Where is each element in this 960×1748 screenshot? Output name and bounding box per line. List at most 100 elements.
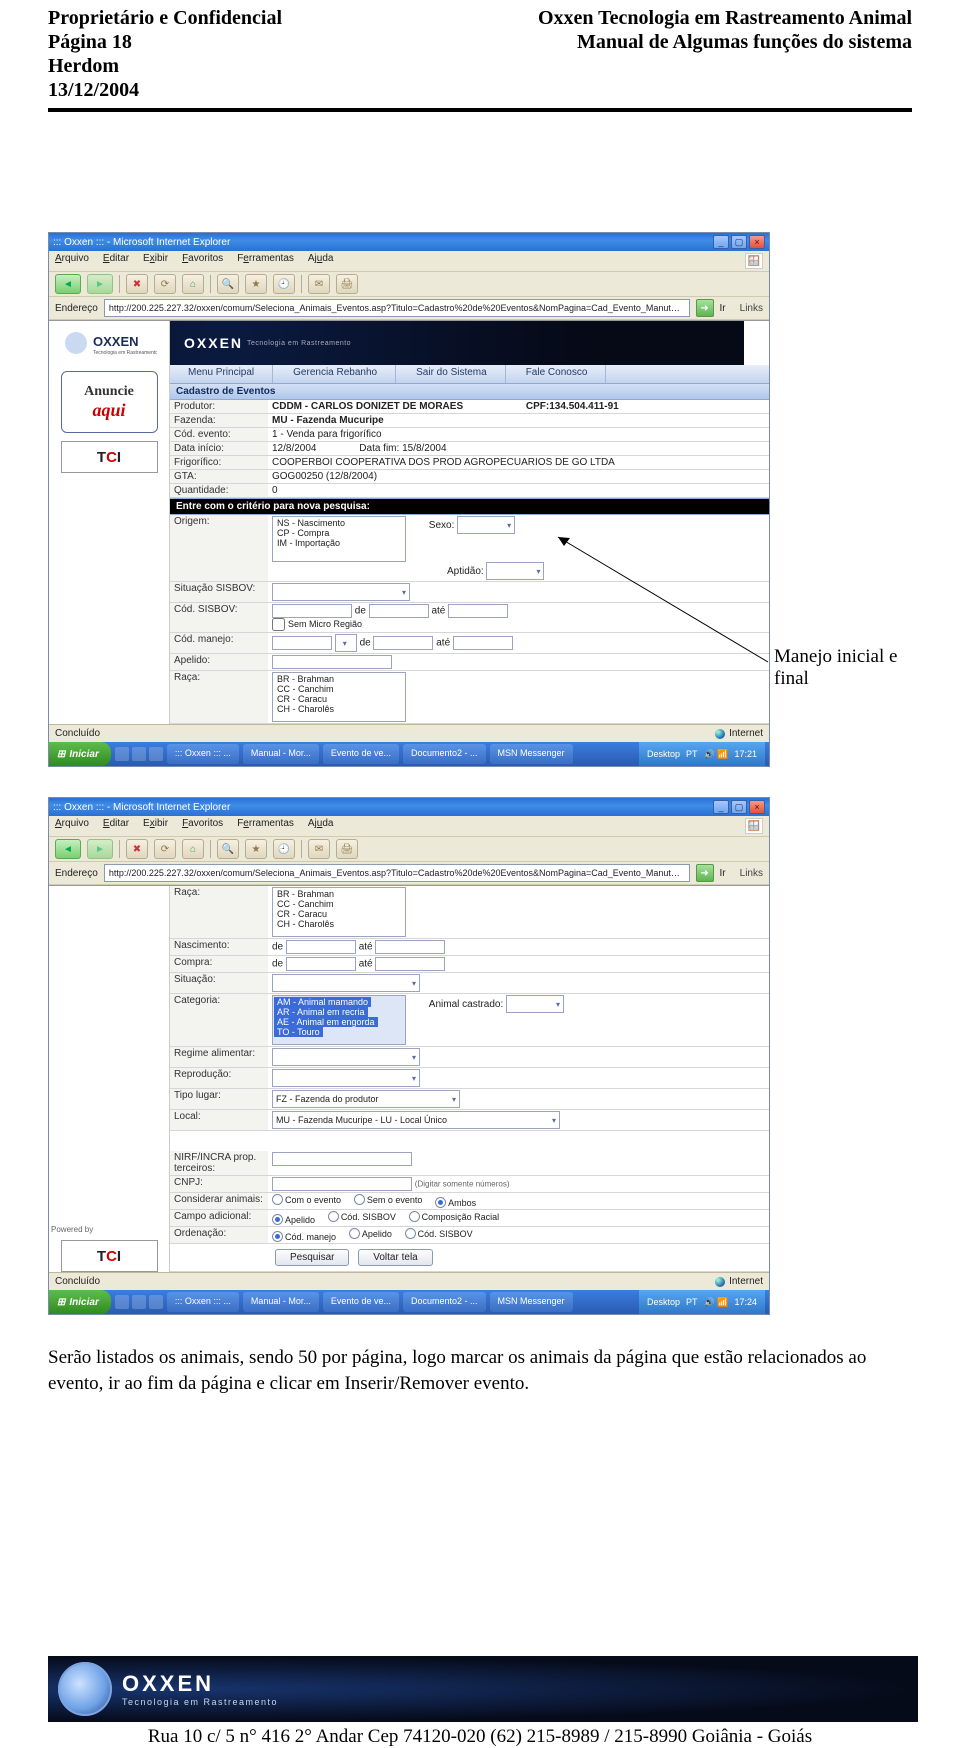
favorites-button-2[interactable]: ★ <box>245 839 267 859</box>
task-evento[interactable]: Evento de ve... <box>323 744 399 764</box>
compra-de-input[interactable] <box>286 957 356 971</box>
home-button[interactable]: ⌂ <box>182 274 204 294</box>
task-msn-2[interactable]: MSN Messenger <box>490 1292 573 1312</box>
search-button-2[interactable]: 🔍 <box>217 839 239 859</box>
menu-principal[interactable]: Menu Principal <box>170 365 273 383</box>
radio-ord-sisbov[interactable]: Cód. SISBOV <box>405 1228 473 1239</box>
menu-editar[interactable]: Editar <box>103 253 129 269</box>
menu-arquivo[interactable]: AArquivorquivo <box>55 253 89 269</box>
radio-ord-apelido[interactable]: Apelido <box>349 1228 392 1239</box>
stop-button-2[interactable]: ✖ <box>126 839 148 859</box>
task-doc2[interactable]: Documento2 - ... <box>403 744 486 764</box>
task-manual-2[interactable]: Manual - Mor... <box>243 1292 319 1312</box>
minimize-button-2[interactable]: _ <box>713 800 729 814</box>
situacao-select[interactable]: ▾ <box>272 974 420 992</box>
back-button-2[interactable]: ◄ <box>55 839 81 859</box>
nasc-ate-input[interactable] <box>375 940 445 954</box>
manejo-prefix-select[interactable]: ▾ <box>335 634 357 652</box>
mail-button[interactable]: ✉ <box>308 274 330 294</box>
minimize-button[interactable]: _ <box>713 235 729 249</box>
task-oxxen-2[interactable]: ::: Oxxen ::: ... <box>167 1292 239 1312</box>
start-button[interactable]: ⊞ Iniciar <box>49 742 111 766</box>
tipolugar-select[interactable]: FZ - Fazenda do produtor▾ <box>272 1090 460 1108</box>
forward-button-2[interactable]: ► <box>87 839 113 859</box>
tray-lang[interactable]: PT <box>686 749 698 759</box>
manejo-ate-input[interactable] <box>453 636 513 650</box>
links-label[interactable]: Links <box>740 303 763 314</box>
radio-ord-manejo[interactable]: Cód. manejo <box>272 1231 336 1242</box>
favorites-button[interactable]: ★ <box>245 274 267 294</box>
ad-tci[interactable]: TCI <box>61 441 158 473</box>
radio-apelido[interactable]: Apelido <box>272 1214 315 1225</box>
menu-ajuda-2[interactable]: Ajuda <box>308 818 334 834</box>
menu-exibir-2[interactable]: Exibir <box>143 818 168 834</box>
radio-ambos[interactable]: Ambos <box>435 1197 476 1208</box>
go-button[interactable]: ➜ <box>696 299 714 317</box>
sexo-select[interactable]: ▾ <box>457 516 515 534</box>
menu-editar-2[interactable]: Editar <box>103 818 129 834</box>
chk-sem-micro[interactable]: Sem Micro Região <box>272 619 362 629</box>
task-evento-2[interactable]: Evento de ve... <box>323 1292 399 1312</box>
castrado-select[interactable]: ▾ <box>506 995 564 1013</box>
origem-listbox[interactable]: NS - Nascimento CP - Compra IM - Importa… <box>272 516 406 562</box>
raca-listbox-2[interactable]: BR - Brahman CC - Canchim CR - Caracu CH… <box>272 887 406 937</box>
menu-favoritos[interactable]: Favoritos <box>182 253 223 269</box>
task-oxxen[interactable]: ::: Oxxen ::: ... <box>167 744 239 764</box>
menu-ferramentas-2[interactable]: Ferramentas <box>237 818 294 834</box>
aptidao-select[interactable]: ▾ <box>486 562 544 580</box>
cod-sisbov-de-input[interactable] <box>272 604 352 618</box>
manejo-de-input[interactable] <box>373 636 433 650</box>
refresh-button-2[interactable]: ⟳ <box>154 839 176 859</box>
sit-sisbov-select[interactable]: ▾ <box>272 583 410 601</box>
ad-tci-2[interactable]: TCI <box>61 1240 158 1272</box>
menu-gerencia-rebanho[interactable]: Gerencia Rebanho <box>275 365 396 383</box>
cnpj-input[interactable] <box>272 1177 412 1191</box>
maximize-button[interactable]: ▢ <box>731 235 747 249</box>
print-button-2[interactable]: 🖨 <box>336 839 358 859</box>
ql2-2[interactable] <box>132 1295 146 1309</box>
search-button[interactable]: 🔍 <box>217 274 239 294</box>
menu-fale-conosco[interactable]: Fale Conosco <box>508 365 607 383</box>
ql-icon-2[interactable] <box>132 747 146 761</box>
print-button[interactable]: 🖨 <box>336 274 358 294</box>
cod-sisbov-fim-input[interactable] <box>448 604 508 618</box>
menu-exibir[interactable]: Exibir <box>143 253 168 269</box>
links-label-2[interactable]: Links <box>740 868 763 879</box>
address-input[interactable]: http://200.225.227.32/oxxen/comum/Seleci… <box>104 299 690 317</box>
categoria-listbox[interactable]: AM - Animal mamando AR - Animal em recri… <box>272 995 406 1045</box>
manejo-prefix-input[interactable] <box>272 636 332 650</box>
address-input-2[interactable]: http://200.225.227.32/oxxen/comum/Seleci… <box>104 864 690 882</box>
task-doc2-2[interactable]: Documento2 - ... <box>403 1292 486 1312</box>
radio-comp-racial[interactable]: Composição Racial <box>409 1211 500 1222</box>
close-button[interactable]: × <box>749 235 765 249</box>
task-manual[interactable]: Manual - Mor... <box>243 744 319 764</box>
ie-titlebar[interactable]: ::: Oxxen ::: - Microsoft Internet Explo… <box>49 233 769 251</box>
btn-voltar[interactable]: Voltar tela <box>358 1249 432 1266</box>
refresh-button[interactable]: ⟳ <box>154 274 176 294</box>
nirf-input[interactable] <box>272 1152 412 1166</box>
ql2-1[interactable] <box>115 1295 129 1309</box>
ad-anuncie-aqui[interactable]: Anuncie aqui <box>61 371 158 433</box>
radio-sem-evento[interactable]: Sem o evento <box>354 1194 423 1205</box>
nasc-de-input[interactable] <box>286 940 356 954</box>
cod-sisbov-ini-input[interactable] <box>369 604 429 618</box>
history-button[interactable]: 🕘 <box>273 274 295 294</box>
ql-icon-3[interactable] <box>149 747 163 761</box>
maximize-button-2[interactable]: ▢ <box>731 800 747 814</box>
btn-pesquisar[interactable]: Pesquisar <box>275 1249 349 1266</box>
radio-com-evento[interactable]: Com o evento <box>272 1194 341 1205</box>
ie-titlebar-2[interactable]: ::: Oxxen ::: - Microsoft Internet Explo… <box>49 798 769 816</box>
local-select[interactable]: MU - Fazenda Mucuripe - LU - Local Único… <box>272 1111 560 1129</box>
ie-menubar-2[interactable]: Arquivo Editar Exibir Favoritos Ferramen… <box>49 816 769 836</box>
compra-ate-input[interactable] <box>375 957 445 971</box>
reproducao-select[interactable]: ▾ <box>272 1069 420 1087</box>
raca-listbox[interactable]: BR - Brahman CC - Canchim CR - Caracu CH… <box>272 672 406 722</box>
stop-button[interactable]: ✖ <box>126 274 148 294</box>
history-button-2[interactable]: 🕘 <box>273 839 295 859</box>
back-button[interactable]: ◄ <box>55 274 81 294</box>
radio-cod-sisbov[interactable]: Cód. SISBOV <box>328 1211 396 1222</box>
menu-ajuda[interactable]: Ajuda <box>308 253 334 269</box>
go-button-2[interactable]: ➜ <box>696 864 714 882</box>
start-button-2[interactable]: ⊞ Iniciar <box>49 1290 111 1314</box>
home-button-2[interactable]: ⌂ <box>182 839 204 859</box>
